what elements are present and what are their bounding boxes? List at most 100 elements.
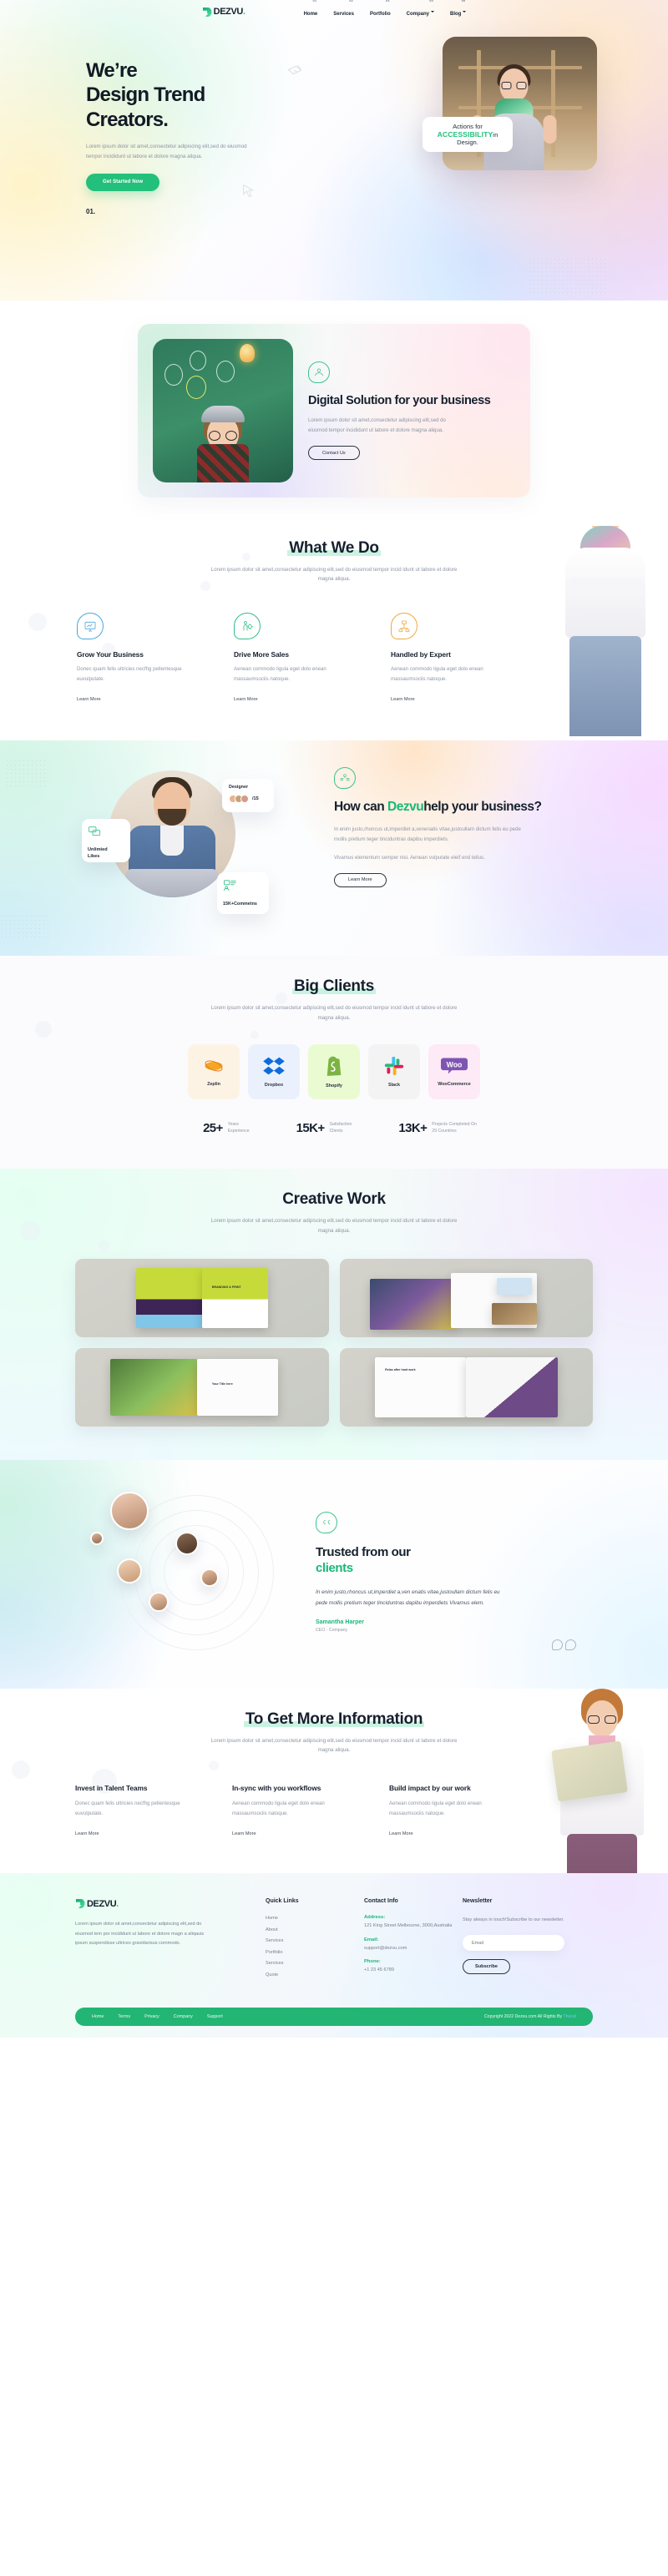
testimonial-quote: In enim justo,rhoncus ut,imperdiet a,ven… [316,1589,500,1607]
footer-contact-info: Contact Info Address: 121 King Street Me… [364,1898,463,1977]
unlimited-likes-card: Unlimied Likes [82,819,130,863]
learn-more-link[interactable]: Learn More [232,1831,359,1836]
avatar[interactable] [117,1558,142,1583]
creative-work-section: Creative Work Lorem ipsum dolor sit amet… [0,1169,668,1460]
info-text: Aenean commodo ligula eget dolo enean ma… [389,1801,482,1816]
footer-link-about[interactable]: About [266,1927,364,1932]
client-woocommerce[interactable]: Woo WooCommerce [428,1044,480,1100]
client-stats: 25+ Years Experience 15K+ Satisfaction Cli… [75,1121,593,1135]
nav-item-blog[interactable]: 05 Blog [450,0,467,19]
learn-more-link[interactable]: Learn More [389,1831,516,1836]
testimonial-section: Trusted from our clients In enim justo,rh… [0,1460,668,1689]
service-title: Handled by Expert [391,649,451,659]
client-shopify[interactable]: Shopify [308,1044,360,1100]
newsletter-text: Stay always in touch!Subscribe to our ne… [463,1917,564,1923]
stat-projects: 13K+ Projects Completed On 29 Countries [398,1121,477,1136]
footer-link-quote[interactable]: Quote [266,1972,364,1977]
section-title: Creative Work [282,1190,386,1209]
landing-page: DEZVU. 01 Home 02 Services 03 Portfolio … [0,0,668,2038]
footer-logo[interactable]: DEZVU. [75,1898,247,1909]
info-title: Invest in Talent Teams [75,1783,148,1792]
work-grid: BRANDING & PRINT Your Title here Relax a… [75,1258,593,1427]
learn-more-link[interactable]: Learn More [77,697,204,702]
footer-link-services-2[interactable]: Services [266,1961,364,1966]
service-card-sales: Drive More Sales Aenean commodo ligula e… [234,612,361,702]
learn-more-link[interactable]: Learn More [234,697,361,702]
main-navigation: DEZVU. 01 Home 02 Services 03 Portfolio … [0,0,668,23]
footer-bottom-links: Home Terms Privacy Company Support [92,2014,223,2019]
avatar[interactable] [175,1531,199,1555]
avatar[interactable] [149,1591,169,1612]
copyright: Copyright 2022 Dezvu.com All Rights By T… [483,2013,576,2019]
bottom-link-support[interactable]: Support [207,2014,223,2019]
work-caption: Your Title here [211,1382,233,1386]
logo-mark-icon [75,1898,85,1909]
footer-column-title: Contact Info [364,1898,398,1905]
logo[interactable]: DEZVU. [202,7,245,18]
team-network-icon [391,612,418,639]
service-title: Drive More Sales [234,649,289,659]
bottom-link-company[interactable]: Company [174,2014,193,2019]
nav-item-services[interactable]: 02 Services [333,0,354,19]
quote-decoration-icon [552,1639,576,1650]
avatar[interactable] [200,1568,219,1587]
footer-logo-text: DEZVU. [87,1898,119,1909]
subscribe-button[interactable]: Subscribe [463,1959,511,1975]
footer-link-services[interactable]: Services [266,1938,364,1943]
work-item[interactable]: BRANDING & PRINT [75,1258,329,1337]
contact-email: Email: support@dezvu.com [364,1937,407,1951]
avatar[interactable] [90,1531,104,1545]
client-dropbox[interactable]: Dropbox [248,1044,300,1100]
hero-description: Lorem ipsum dolor sit amet,consectetur a… [86,143,247,159]
footer-link-portfolio[interactable]: Portfolio [266,1950,364,1955]
work-item[interactable] [339,1258,593,1337]
bottom-link-home[interactable]: Home [92,2014,104,2019]
nav-number: 01 [312,0,317,3]
service-text: Donec quam felis ultricies necfhg pellen… [77,665,182,682]
footer-link-home[interactable]: Home [266,1916,364,1921]
service-title: Grow Your Business [77,649,144,659]
idea-photo [153,339,293,482]
nav-number: 04 [429,0,433,3]
client-slack[interactable]: Slack [368,1044,420,1100]
nav-number: 03 [386,0,390,3]
nav-label: Home [303,12,318,17]
bottom-link-privacy[interactable]: Privacy [144,2014,159,2019]
work-item[interactable]: Your Title here [75,1347,329,1427]
section-subtitle: Lorem ipsum dolor sit amet,consectetur a… [210,567,458,583]
nav-number: 05 [461,0,466,3]
client-logos: Zeplin Dropbox Shopify Slack Woo WooComm… [75,1044,593,1100]
footer-bottom-bar: Home Terms Privacy Company Support Copyr… [75,2007,593,2026]
service-card-expert: Handled by Expert Aenean commodo ligula … [391,612,518,702]
client-zeplin[interactable]: Zeplin [188,1044,240,1100]
section-title: To Get More Information [243,1710,425,1728]
get-started-button[interactable]: Get Started Now [86,173,160,191]
comments-count: 15K+Commetns [223,902,257,907]
nav-item-home[interactable]: 01 Home [303,0,318,19]
footer-newsletter: Newsletter Stay always in touch!Subscrib… [463,1898,588,1977]
footer-about: DEZVU. Lorem ipsum dolor sit amet,consec… [75,1898,266,1977]
email-input[interactable] [463,1935,564,1952]
chevron-down-icon [430,10,434,13]
nav-item-company[interactable]: 04 Company [407,0,434,19]
contact-us-button[interactable]: Contact Us [308,446,360,461]
nav-item-portfolio[interactable]: 03 Portfolio [370,0,391,19]
learn-more-link[interactable]: Learn More [75,1831,202,1836]
designer-count-card: Designer /15 [222,779,274,813]
service-card-grow: Grow Your Business Donec quam felis ultr… [77,612,204,702]
avatar[interactable] [110,1491,149,1530]
learn-more-link[interactable]: Learn More [391,697,518,702]
client-avatar-rings [75,1488,301,1655]
stat-clients: 15K+ Satisfaction Clients [296,1121,352,1136]
bottom-link-terms[interactable]: Terms [118,2014,130,2019]
work-item[interactable]: Relax after hard work [339,1347,593,1427]
footer-column-title: Quick Links [266,1898,299,1905]
how-can-help-copy: How can Dezvuhelp your business? In enim… [334,762,584,929]
learn-more-button[interactable]: Learn More [334,872,387,887]
designer-label: Designer [229,785,249,790]
footer: DEZVU. Lorem ipsum dolor sit amet,consec… [0,1873,668,2038]
team-circle-icon [334,767,356,790]
info-card-workflows: In-sync with you workflows Aenean commod… [232,1784,359,1837]
copyright-link[interactable]: Thucel [563,2014,576,2019]
nav-number: 02 [349,0,353,3]
